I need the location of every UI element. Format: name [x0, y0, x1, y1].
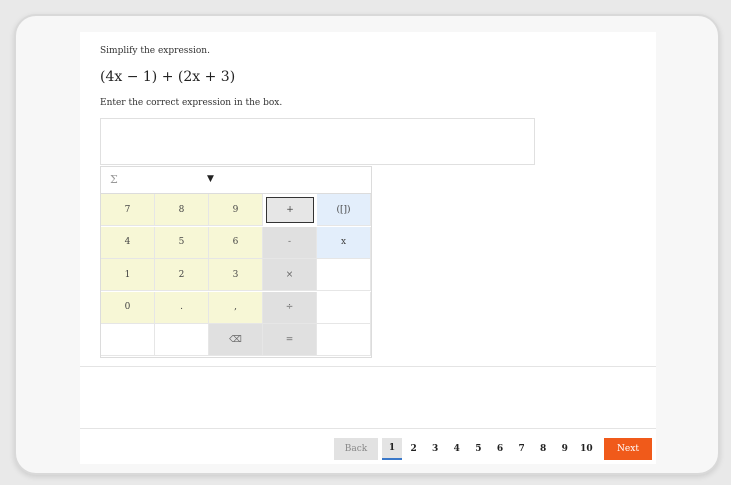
keypad-key[interactable]: x [317, 226, 371, 259]
keypad-key[interactable]: 0 [101, 291, 155, 324]
page-number[interactable]: 6 [490, 438, 510, 460]
page-number[interactable]: 3 [425, 438, 445, 460]
keypad-key[interactable]: + [266, 197, 314, 223]
keypad-blank [101, 324, 155, 357]
question-panel: Simplify the expression. (4x − 1) + (2x … [80, 32, 656, 464]
keypad-key[interactable]: 7 [101, 194, 155, 226]
keypad-key[interactable]: ([]) [317, 194, 371, 226]
page-number[interactable]: 5 [468, 438, 488, 460]
keypad-blank [317, 291, 371, 324]
keypad-blank [155, 324, 209, 357]
keypad-key[interactable]: 3 [209, 259, 263, 292]
page-number[interactable]: 8 [533, 438, 553, 460]
keypad-key[interactable]: . [155, 291, 209, 324]
keypad-key[interactable]: = [263, 324, 317, 357]
next-button[interactable]: Next [604, 438, 652, 460]
question-prompt: Simplify the expression. [100, 46, 210, 56]
keypad-blank [317, 324, 371, 357]
math-expression: (4x − 1) + (2x + 3) [100, 69, 236, 85]
keypad-blank [317, 259, 371, 292]
keypad-key[interactable]: - [263, 226, 317, 259]
keypad-key[interactable]: ÷ [263, 291, 317, 324]
keypad-key[interactable]: 6 [209, 226, 263, 259]
keypad-key[interactable]: 5 [155, 226, 209, 259]
keypad-key[interactable]: 4 [101, 226, 155, 259]
keypad-key[interactable]: ⌫ [209, 324, 263, 357]
question-instruction: Enter the correct expression in the box. [100, 98, 283, 108]
page-number[interactable]: 9 [555, 438, 575, 460]
page-number[interactable]: 1 [382, 438, 402, 460]
page-number[interactable]: 7 [512, 438, 532, 460]
keypad-key[interactable]: 9 [209, 194, 263, 226]
back-button[interactable]: Back [334, 438, 378, 460]
page-number[interactable]: 4 [447, 438, 467, 460]
sigma-icon: Σ [110, 173, 118, 186]
keypad-key[interactable]: , [209, 291, 263, 324]
keypad-key[interactable]: 1 [101, 259, 155, 292]
keypad-key[interactable]: 2 [155, 259, 209, 292]
chevron-down-icon[interactable]: ▼ [207, 174, 214, 184]
math-keypad: Σ ▼ 7 8 9 +([]) 4 5 6- x 1 2 3 × 0., ÷ ⌫ = [100, 166, 372, 358]
answer-input[interactable] [100, 118, 535, 165]
page-number[interactable]: 2 [404, 438, 424, 460]
keypad-symbol-menu[interactable]: Σ ▼ [101, 167, 371, 194]
keypad-key[interactable]: × [263, 259, 317, 292]
divider [80, 428, 656, 429]
divider [80, 366, 656, 367]
page-number[interactable]: 10 [576, 438, 596, 460]
keypad-key[interactable]: 8 [155, 194, 209, 226]
